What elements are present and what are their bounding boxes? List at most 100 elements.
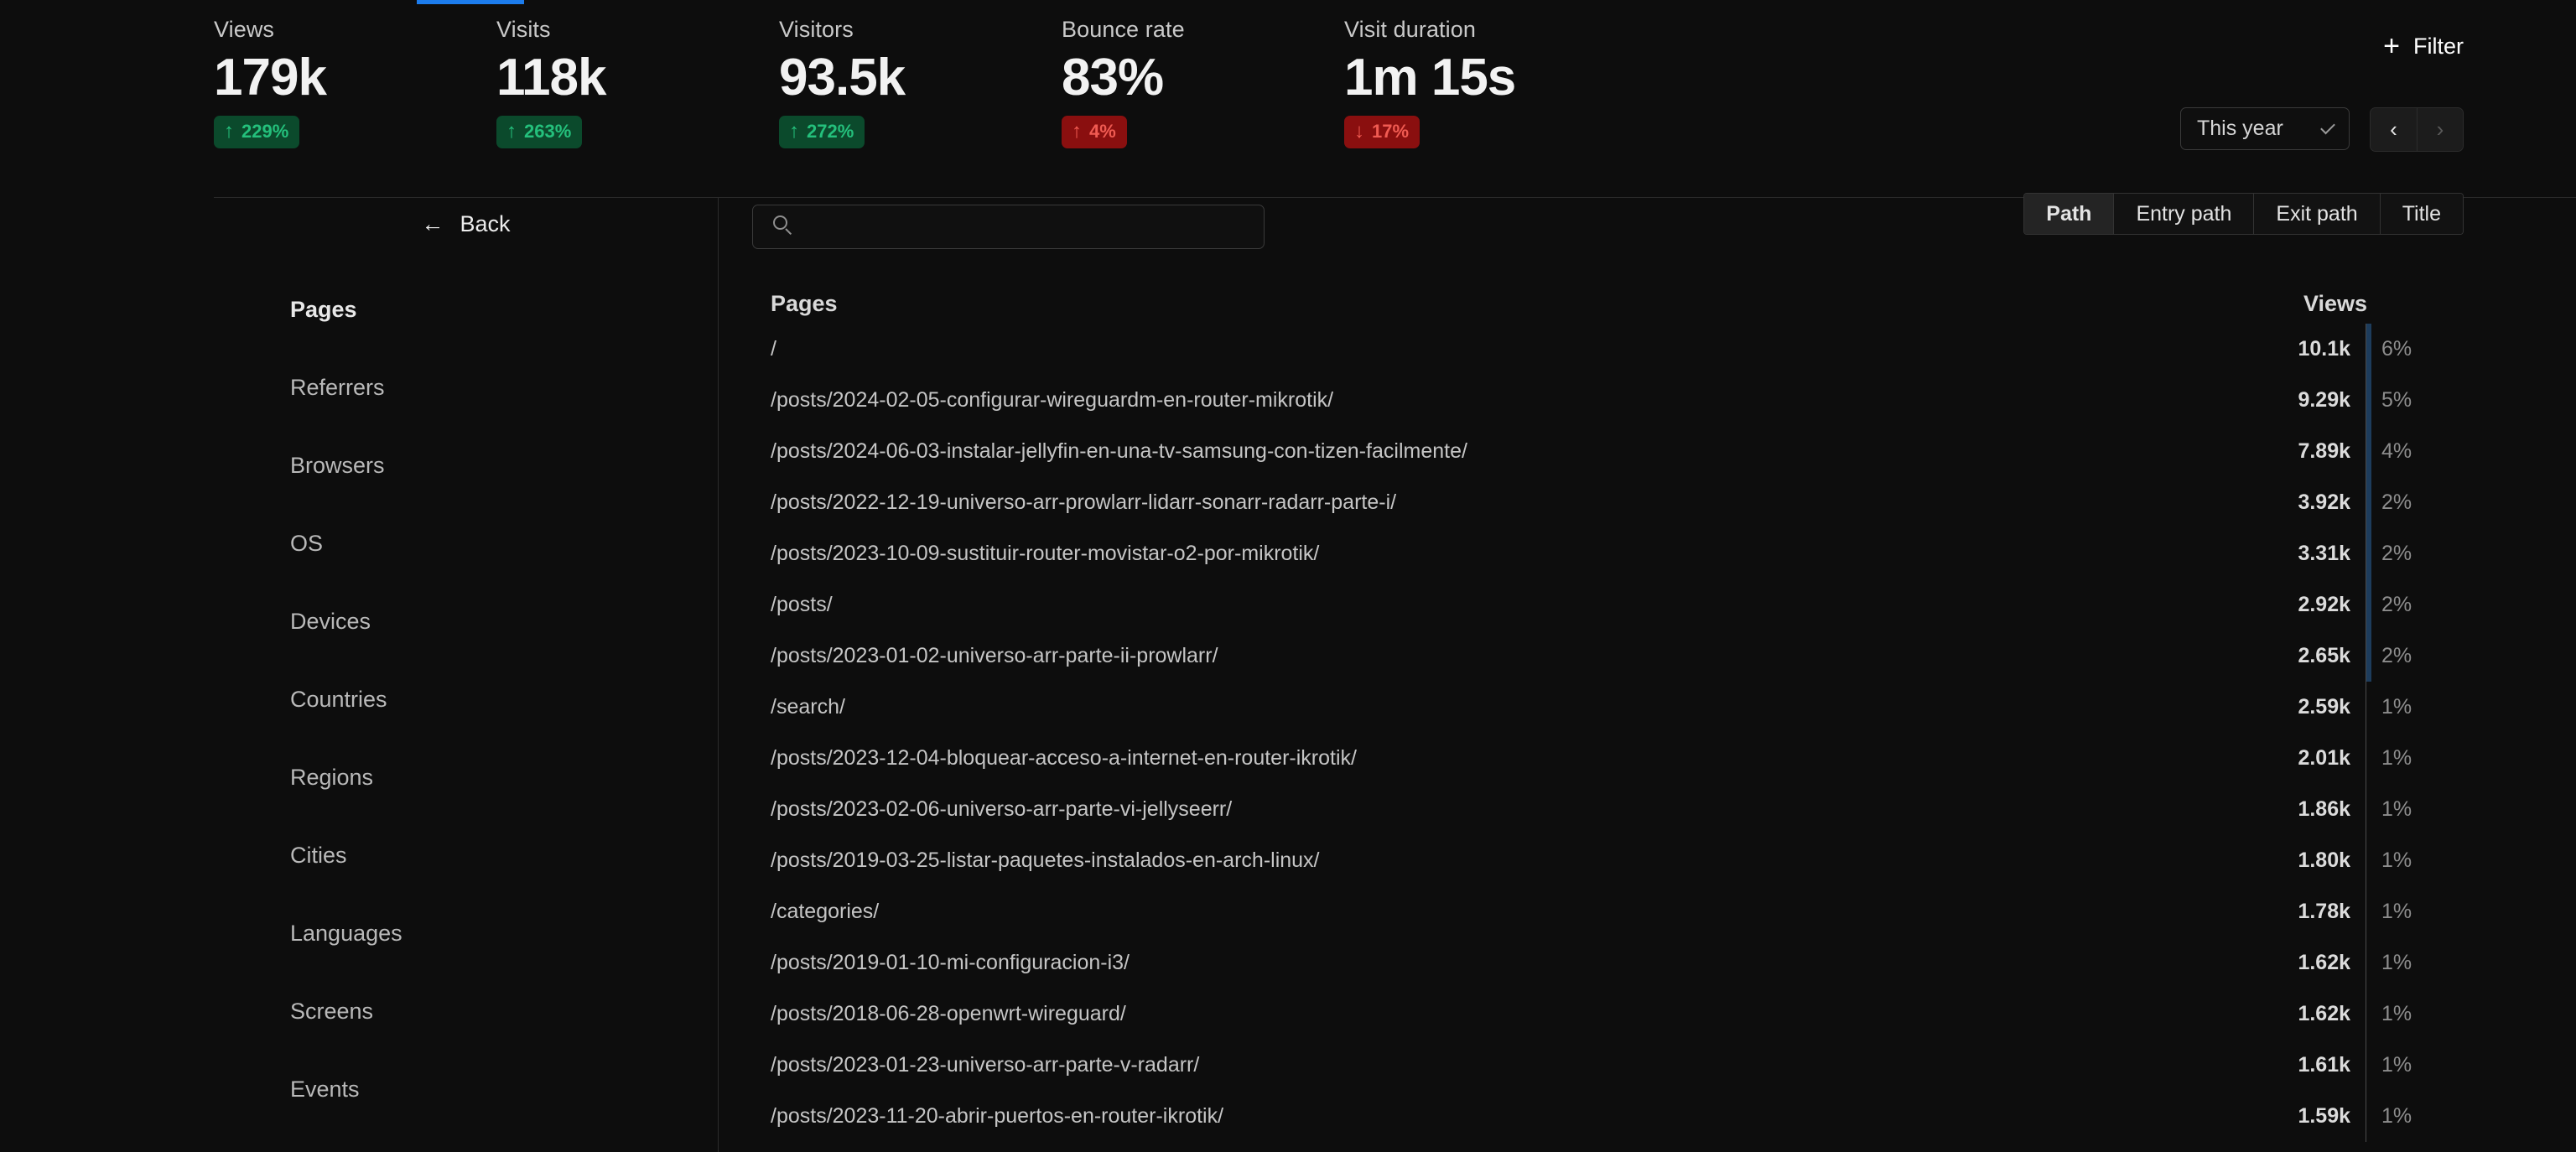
- tab-path[interactable]: Path: [2024, 194, 2114, 234]
- table-row[interactable]: / 10.1k 6%: [752, 324, 2464, 375]
- table-row[interactable]: /posts/2019-03-25-listar-paquetes-instal…: [752, 835, 2464, 886]
- row-path: /posts/2023-10-09-sustituir-router-movis…: [771, 542, 1320, 565]
- row-views: 1.86k: [2298, 797, 2350, 821]
- sidebar-item-cities[interactable]: Cities: [214, 817, 718, 895]
- row-path: /search/: [771, 695, 845, 719]
- table-row[interactable]: /posts/2019-01-10-mi-configuracion-i3/1.…: [752, 937, 2464, 989]
- pages-table: Pages Views / 10.1k 6% /posts/2024-02-05-co…: [752, 283, 2464, 1142]
- row-views: 1.62k: [2298, 1002, 2350, 1025]
- row-percentage: 1%: [2381, 1053, 2412, 1077]
- sidebar-item-label: Cities: [290, 843, 347, 868]
- row-progress-bar: [2366, 477, 2371, 528]
- metric-card-views[interactable]: Views 179k ↑ 229%: [214, 0, 496, 148]
- metric-change-value: 4%: [1089, 121, 1116, 142]
- row-progress-bar: [2366, 528, 2371, 579]
- row-views: 1.62k: [2298, 951, 2350, 974]
- row-percentage: 1%: [2381, 746, 2412, 770]
- metric-change-value: 272%: [807, 121, 854, 142]
- sidebar-item-browsers[interactable]: Browsers: [214, 427, 718, 505]
- row-path: /posts/2023-01-02-universo-arr-parte-ii-…: [771, 644, 1218, 667]
- sidebar-item-countries[interactable]: Countries: [214, 661, 718, 739]
- metric-change-value: 229%: [242, 121, 289, 142]
- table-row[interactable]: /posts/2023-01-23-universo-arr-parte-v-r…: [752, 1040, 2464, 1091]
- metric-value: 118k: [496, 49, 607, 106]
- sidebar-item-label: Events: [290, 1077, 360, 1102]
- row-percentage: 6%: [2381, 337, 2412, 361]
- table-row[interactable]: /posts/2022-12-19-universo-arr-prowlarr-…: [752, 477, 2464, 528]
- table-row[interactable]: /search/2.59k 1%: [752, 682, 2464, 733]
- table-row[interactable]: /categories/1.78k 1%: [752, 886, 2464, 937]
- row-metrics: 2.65k 2%: [2231, 630, 2464, 682]
- date-nav-group: ‹ ›: [2370, 107, 2464, 152]
- table-row[interactable]: /posts/2023-01-02-universo-arr-parte-ii-…: [752, 630, 2464, 682]
- metric-card-visit-duration[interactable]: Visit duration 1m 15s ↓ 17%: [1344, 0, 1627, 148]
- filter-button[interactable]: + Filter: [2383, 32, 2464, 60]
- row-path: /posts/2023-12-04-bloquear-acceso-a-inte…: [771, 746, 1357, 770]
- column-header-pages: Pages: [771, 290, 838, 316]
- search-input[interactable]: [752, 205, 1265, 249]
- row-percentage: 1%: [2381, 1104, 2412, 1128]
- sidebar-item-languages[interactable]: Languages: [214, 895, 718, 973]
- row-views: 3.92k: [2298, 490, 2350, 514]
- table-row[interactable]: /posts/2023-10-09-sustituir-router-movis…: [752, 528, 2464, 579]
- sidebar-item-regions[interactable]: Regions: [214, 739, 718, 817]
- metric-card-visitors[interactable]: Visitors 93.5k ↑ 272%: [779, 0, 1062, 148]
- main-panel: Pages Views / 10.1k 6% /posts/2024-02-05-co…: [719, 198, 2576, 1152]
- metrics-strip: Views 179k ↑ 229% Visits 118k ↑ 263% Visitors 93.…: [214, 0, 1627, 148]
- sidebar-item-pages[interactable]: Pages: [214, 271, 718, 349]
- table-row[interactable]: /posts/2023-12-04-bloquear-acceso-a-inte…: [752, 733, 2464, 784]
- tab-entry-path[interactable]: Entry path: [2113, 194, 2254, 234]
- search-box: [752, 205, 1265, 249]
- sidebar-item-referrers[interactable]: Referrers: [214, 349, 718, 427]
- tab-title[interactable]: Title: [2379, 194, 2463, 234]
- metric-change-badge: ↑ 229%: [214, 116, 300, 148]
- metric-card-bounce-rate[interactable]: Bounce rate 83% ↑ 4%: [1062, 0, 1344, 148]
- metric-change-badge: ↑ 4%: [1062, 116, 1127, 148]
- row-path: /posts/2023-02-06-universo-arr-parte-vi-…: [771, 797, 1233, 821]
- row-progress-bar: [2366, 579, 2371, 630]
- arrow-up-icon: ↑: [1072, 120, 1082, 143]
- sidebar-item-label: Pages: [290, 297, 357, 322]
- row-views: 9.29k: [2298, 388, 2350, 412]
- next-period-button[interactable]: ›: [2417, 108, 2463, 151]
- table-row[interactable]: /posts/2023-11-20-abrir-puertos-en-route…: [752, 1091, 2464, 1142]
- sidebar-item-label: Regions: [290, 765, 374, 790]
- sidebar-item-screens[interactable]: Screens: [214, 973, 718, 1051]
- row-views: 7.89k: [2298, 439, 2350, 463]
- table-row[interactable]: /posts/2023-02-06-universo-arr-parte-vi-…: [752, 784, 2464, 835]
- row-percentage: 2%: [2381, 490, 2412, 514]
- row-path: /: [771, 337, 776, 361]
- row-path: /posts/2024-06-03-instalar-jellyfin-en-u…: [771, 439, 1467, 463]
- metric-value: 83%: [1062, 49, 1164, 106]
- metric-card-visits[interactable]: Visits 118k ↑ 263%: [496, 0, 779, 148]
- arrow-up-icon: ↑: [789, 120, 799, 143]
- row-views: 1.80k: [2298, 848, 2350, 872]
- sidebar-item-events[interactable]: Events: [214, 1051, 718, 1129]
- table-row[interactable]: /posts/2.92k 2%: [752, 579, 2464, 630]
- sidebar-item-os[interactable]: OS: [214, 505, 718, 583]
- date-range-select[interactable]: This year: [2180, 107, 2350, 150]
- row-metrics: 1.59k 1%: [2231, 1091, 2464, 1142]
- table-row[interactable]: /posts/2024-06-03-instalar-jellyfin-en-u…: [752, 426, 2464, 477]
- row-percentage: 2%: [2381, 542, 2412, 565]
- sidebar-item-label: Devices: [290, 609, 371, 634]
- arrow-left-icon: ←: [421, 211, 444, 236]
- back-button[interactable]: ← Back: [214, 198, 718, 237]
- table-row[interactable]: /posts/2024-02-05-configurar-wireguardm-…: [752, 375, 2464, 426]
- previous-period-button[interactable]: ‹: [2371, 108, 2417, 151]
- sidebar-item-label: Referrers: [290, 375, 385, 400]
- row-metrics: 2.92k 2%: [2231, 579, 2464, 630]
- sidebar-item-devices[interactable]: Devices: [214, 583, 718, 661]
- row-metrics: 7.89k 4%: [2231, 426, 2464, 477]
- row-percentage: 1%: [2381, 695, 2412, 719]
- metric-label: Visitors: [779, 17, 854, 42]
- tab-exit-path[interactable]: Exit path: [2253, 194, 2380, 234]
- row-views: 1.78k: [2298, 900, 2350, 923]
- row-path: /posts/2024-02-05-configurar-wireguardm-…: [771, 388, 1334, 412]
- table-header-row: Pages Views: [752, 283, 2464, 324]
- row-percentage: 1%: [2381, 797, 2412, 821]
- metric-label: Visits: [496, 17, 551, 42]
- arrow-down-icon: ↓: [1354, 120, 1364, 143]
- row-path: /categories/: [771, 900, 880, 923]
- table-row[interactable]: /posts/2018-06-28-openwrt-wireguard/1.62…: [752, 989, 2464, 1040]
